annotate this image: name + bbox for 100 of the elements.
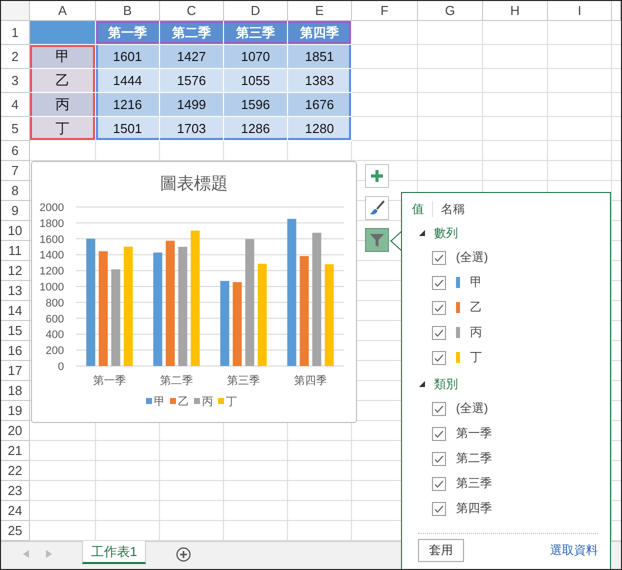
table-cell: 1070	[224, 45, 288, 69]
filter-option-label: 丁	[470, 349, 482, 366]
section-heading: 數列	[434, 224, 458, 242]
legend-swatch	[194, 398, 200, 404]
row-number[interactable]: 3	[1, 69, 30, 93]
funnel-icon	[369, 232, 385, 248]
checkbox[interactable]	[432, 350, 446, 364]
table-cell: 1427	[160, 45, 224, 69]
sheet-tab[interactable]: 工作表1	[82, 541, 146, 564]
checkbox[interactable]	[432, 502, 446, 516]
row-number[interactable]: 8	[1, 181, 30, 201]
collapse-triangle-icon[interactable]	[418, 229, 426, 237]
column-header[interactable]: A	[30, 1, 96, 21]
row-number[interactable]: 24	[1, 501, 30, 521]
checkbox[interactable]	[432, 426, 446, 440]
column-header[interactable]: I	[548, 1, 612, 21]
axis-tick-label: 1800	[40, 218, 64, 230]
table-cell: 1499	[160, 93, 224, 117]
row-number[interactable]: 18	[1, 381, 30, 401]
row-number[interactable]: 22	[1, 461, 30, 481]
row-number[interactable]: 6	[1, 141, 30, 161]
column-header[interactable]: C	[160, 1, 224, 21]
chart-background[interactable]: 圖表標題 0 200 400 600 800 1000 1200 1400 1600 1800 2000 第一季 第二季 第三季 第四季 甲 乙 丙 丁	[31, 161, 357, 423]
axis-tick-label: 600	[46, 313, 64, 326]
axis-tick-label: 400	[46, 329, 64, 342]
select-data-link[interactable]: 選取資料	[550, 542, 598, 559]
column-header[interactable]: H	[483, 1, 548, 21]
row-number[interactable]: 16	[1, 341, 30, 361]
row-number[interactable]: 7	[1, 161, 30, 181]
table-header-cell: 第三季	[224, 21, 288, 45]
row-number[interactable]: 10	[1, 221, 30, 241]
plus-icon	[370, 169, 384, 183]
table-cell: 1703	[160, 117, 224, 141]
checkbox[interactable]	[432, 476, 446, 490]
row-number[interactable]: 23	[1, 481, 30, 501]
filter-option-label: (全選)	[456, 400, 488, 417]
row-number[interactable]: 4	[1, 93, 30, 117]
row-number[interactable]: 19	[1, 401, 30, 421]
table-header-cell: 第二季	[160, 21, 224, 45]
section-heading: 類別	[434, 376, 458, 392]
row-number[interactable]: 20	[1, 421, 30, 441]
legend-swatch	[146, 398, 152, 404]
filter-option-label: 乙	[470, 299, 482, 316]
chart-elements-button[interactable]	[365, 164, 389, 188]
checkbox[interactable]	[432, 452, 446, 466]
checkbox[interactable]	[432, 276, 446, 290]
axis-tick-label: 800	[46, 297, 64, 310]
table-cell: 1383	[288, 69, 352, 93]
brush-icon	[369, 200, 385, 216]
table-header-cell: 第一季	[96, 21, 160, 45]
table-cell: 1576	[160, 69, 224, 93]
row-number[interactable]: 25	[1, 521, 30, 541]
axis-category-label: 第三季	[227, 375, 260, 387]
add-sheet-icon[interactable]	[176, 547, 191, 562]
row-number[interactable]: 1	[1, 21, 30, 45]
table-cell: 1851	[288, 45, 352, 69]
row-number[interactable]: 12	[1, 261, 30, 281]
row-number[interactable]: 2	[1, 45, 30, 69]
row-number[interactable]: 14	[1, 301, 30, 321]
checkbox[interactable]	[432, 300, 446, 314]
row-number[interactable]: 9	[1, 201, 30, 221]
column-header[interactable]: D	[224, 1, 288, 21]
row-label-cell: 甲	[30, 45, 96, 69]
filter-option-label: 第二季	[456, 450, 492, 467]
table-cell: 1055	[224, 69, 288, 93]
row-number[interactable]: 11	[1, 241, 30, 261]
row-number[interactable]: 5	[1, 117, 30, 141]
column-header[interactable]: F	[352, 1, 418, 21]
table-cell: 1501	[96, 117, 160, 141]
checkbox[interactable]	[432, 326, 446, 340]
collapse-triangle-icon[interactable]	[418, 380, 426, 388]
checkbox[interactable]	[432, 402, 446, 416]
row-number[interactable]: 13	[1, 281, 30, 301]
column-header[interactable]: E	[288, 1, 352, 21]
axis-category-label: 第四季	[294, 375, 327, 387]
filter-option-label: 第一季	[456, 425, 492, 442]
row-label-cell: 丁	[30, 117, 96, 141]
legend-label: 甲	[154, 396, 165, 408]
legend-swatch	[218, 398, 224, 404]
table-cell: 1444	[96, 69, 160, 93]
apply-button[interactable]: 套用	[418, 539, 464, 562]
column-header[interactable]: B	[96, 1, 160, 21]
chart-styles-button[interactable]	[365, 196, 389, 220]
legend-label: 乙	[178, 396, 189, 408]
panel-tab[interactable]: 名稱	[441, 200, 469, 218]
table-cell: 1286	[224, 117, 288, 141]
legend-swatch	[170, 398, 176, 404]
table-cell: 1601	[96, 45, 160, 69]
row-label-cell: 丙	[30, 93, 96, 117]
row-number[interactable]: 17	[1, 361, 30, 381]
legend-label: 丁	[226, 396, 237, 408]
column-header[interactable]: G	[418, 1, 483, 21]
checkbox[interactable]	[432, 250, 446, 264]
row-number[interactable]: 21	[1, 441, 30, 461]
axis-tick-label: 1200	[40, 266, 64, 278]
header-cell	[30, 21, 96, 45]
panel-tab[interactable]: 值	[412, 200, 428, 218]
row-label-cell: 乙	[30, 69, 96, 93]
filter-option-label: 甲	[470, 274, 482, 291]
row-number[interactable]: 15	[1, 321, 30, 341]
